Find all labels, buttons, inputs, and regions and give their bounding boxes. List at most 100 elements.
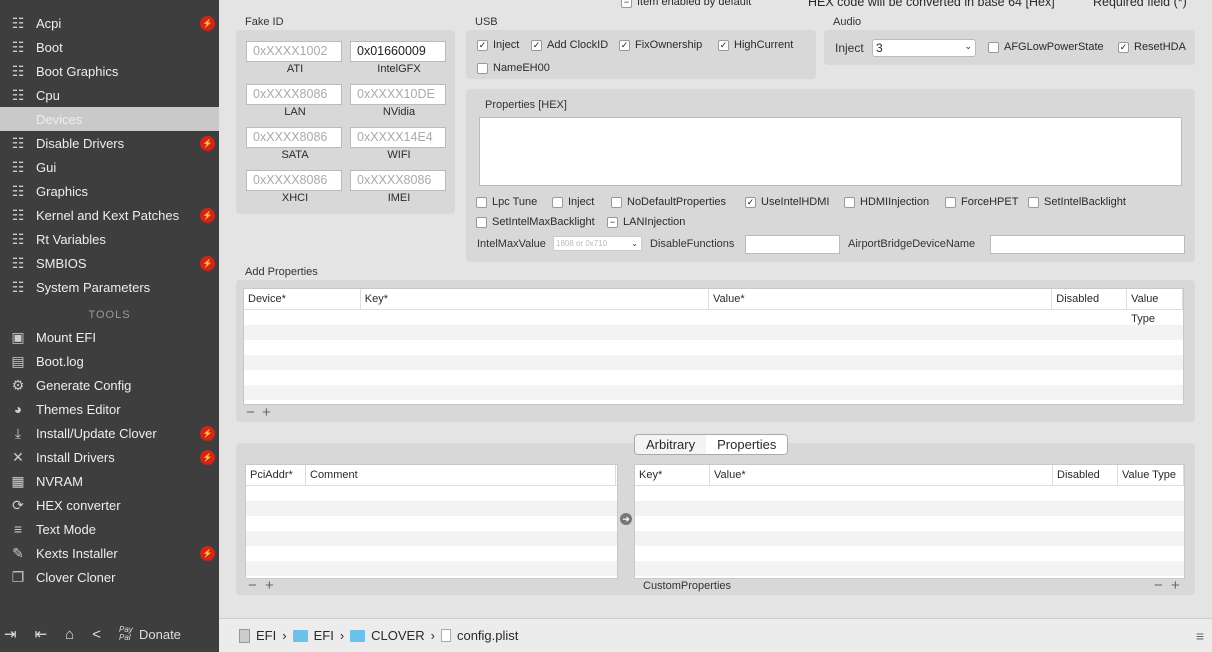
tool-kexts-installer[interactable]: ✎ Kexts Installer ⚡ — [0, 541, 219, 565]
airport-input[interactable] — [990, 235, 1185, 254]
usb-highcurrent-checkbox[interactable]: ✓ HighCurrent — [718, 39, 793, 51]
sidebar-item-boot-graphics[interactable]: ☷ Boot Graphics — [0, 59, 219, 83]
import-icon[interactable]: ⇥ — [4, 625, 17, 643]
menu-icon[interactable]: ≡ — [1196, 628, 1204, 644]
fakeid-lan-input[interactable]: 0xXXXX8086 — [246, 84, 342, 105]
prop-setintelmaxbacklight-checkbox[interactable]: SetIntelMaxBacklight — [476, 216, 595, 228]
arrow-right-icon[interactable]: ➜ — [620, 513, 632, 525]
column-header[interactable]: Value* — [709, 289, 1053, 309]
breadcrumb-item[interactable]: CLOVER — [371, 628, 424, 643]
prop-inject-checkbox[interactable]: Inject — [552, 196, 594, 208]
prop-forcehpet-checkbox[interactable]: ForceHPET — [945, 196, 1018, 208]
prop-laninjection-checkbox[interactable]: − LANInjection — [607, 216, 685, 228]
tool-install-drivers[interactable]: ✕ Install Drivers ⚡ — [0, 445, 219, 469]
prop-lpctune-checkbox[interactable]: Lpc Tune — [476, 196, 537, 208]
fakeid-imei-input[interactable]: 0xXXXX8086 — [350, 170, 446, 191]
export-icon[interactable]: ⇤ — [35, 625, 48, 643]
sidebar-item-smbios[interactable]: ☷ SMBIOS ⚡ — [0, 251, 219, 275]
add-properties-table[interactable]: Device* Key* Value* Disabled Value Type — [243, 288, 1184, 405]
breadcrumb-item[interactable]: EFI — [314, 628, 334, 643]
properties-hex-textarea[interactable] — [479, 117, 1182, 186]
checkbox-box — [945, 196, 956, 208]
sidebar-item-disable-drivers[interactable]: ☷ Disable Drivers ⚡ — [0, 131, 219, 155]
list-icon: ☷ — [11, 62, 25, 79]
tool-nvram[interactable]: ▦ NVRAM — [0, 469, 219, 493]
tool-label: Generate Config — [36, 377, 132, 393]
fakeid-label: SATA — [281, 149, 309, 161]
usb-addclockid-checkbox[interactable]: ✓ Add ClockID — [531, 39, 608, 51]
tool-text-mode[interactable]: ≡ Text Mode — [0, 517, 219, 541]
tools-header: TOOLS — [88, 309, 131, 321]
sidebar-item-acpi[interactable]: ☷ Acpi ⚡ — [0, 11, 219, 35]
disablefunctions-input[interactable] — [745, 235, 840, 254]
share-icon[interactable]: < — [92, 626, 101, 643]
breadcrumb-item[interactable]: config.plist — [457, 628, 518, 643]
tool-install-update-clover[interactable]: ⤓ Install/Update Clover ⚡ — [0, 421, 219, 445]
sidebar-item-cpu[interactable]: ☷ Cpu — [0, 83, 219, 107]
list-icon: ☷ — [11, 14, 25, 31]
sidebar-item-rt-variables[interactable]: ☷ Rt Variables — [0, 227, 219, 251]
fakeid-xhci-input[interactable]: 0xXXXX8086 — [246, 170, 342, 191]
fakeid-intelgfx-input[interactable]: 0x01660009 — [350, 41, 446, 62]
column-header[interactable]: Key* — [361, 289, 709, 309]
column-header[interactable]: Value Type — [1127, 289, 1183, 325]
prop-setintelbacklight-checkbox[interactable]: SetIntelBacklight — [1028, 196, 1126, 208]
log-icon: ▤ — [11, 352, 25, 369]
tool-generate-config[interactable]: ⚙ Generate Config — [0, 373, 219, 397]
fakeid-nvidia-input[interactable]: 0xXXXX10DE — [350, 84, 446, 105]
prop-hdmiinjection-checkbox[interactable]: HDMIInjection — [844, 196, 929, 208]
column-header[interactable]: Comment — [306, 465, 616, 485]
usb-nameeh00-checkbox[interactable]: NameEH00 — [477, 62, 550, 74]
fakeid-wifi-input[interactable]: 0xXXXX14E4 — [350, 127, 446, 148]
tool-clover-cloner[interactable]: ❐ Clover Cloner — [0, 565, 219, 589]
sidebar-item-boot[interactable]: ☷ Boot — [0, 35, 219, 59]
column-header[interactable]: Key* — [635, 465, 710, 485]
prop-useintelhdmi-checkbox[interactable]: ✓ UseIntelHDMI — [745, 196, 829, 208]
arbitrary-table[interactable]: PciAddr* Comment — [245, 464, 618, 579]
alert-badge-icon: ⚡ — [200, 207, 215, 223]
intelmax-select[interactable]: 1808 or 0x710 ⌄ — [553, 236, 642, 251]
column-header[interactable]: Value Type — [1118, 465, 1184, 485]
fakeid-ati-input[interactable]: 0xXXXX1002 — [246, 41, 342, 62]
tab-arbitrary[interactable]: Arbitrary — [635, 435, 707, 454]
tab-properties[interactable]: Properties — [706, 435, 788, 454]
devices-panel: − Item enabled by default HEX code will b… — [219, 0, 1212, 618]
tool-mount-efi[interactable]: ▣ Mount EFI — [0, 325, 219, 349]
sidebar-item-devices[interactable]: ☷ Devices — [0, 107, 219, 131]
afg-checkbox[interactable]: AFGLowPowerState — [988, 41, 1104, 53]
sidebar-item-system-parameters[interactable]: ☷ System Parameters — [0, 275, 219, 299]
donate-button[interactable]: Pay Pal Donate — [119, 626, 181, 642]
segmented-tabs: Arbitrary Properties — [634, 434, 789, 455]
alert-badge-icon: ⚡ — [200, 255, 215, 271]
column-header[interactable]: Value* — [710, 465, 1053, 485]
required-note: Required field (*) — [1093, 0, 1187, 9]
column-header[interactable]: Device* — [244, 289, 361, 309]
tool-boot-log[interactable]: ▤ Boot.log — [0, 349, 219, 373]
remove-button[interactable]: − — [246, 404, 255, 421]
custom-properties-table[interactable]: Key* Value* Disabled Value Type — [634, 464, 1185, 579]
resethda-checkbox[interactable]: ✓ ResetHDA — [1118, 41, 1186, 53]
column-header[interactable]: PciAddr* — [246, 465, 306, 485]
sidebar-item-graphics[interactable]: ☷ Graphics — [0, 179, 219, 203]
clone-icon: ❐ — [11, 568, 25, 585]
breadcrumb-item[interactable]: EFI — [256, 628, 276, 643]
column-header[interactable]: Disabled — [1053, 465, 1118, 485]
checkbox-label: LANInjection — [623, 216, 686, 228]
sidebar-item-gui[interactable]: ☷ Gui — [0, 155, 219, 179]
arbitrary-remove-button[interactable]: − — [248, 577, 257, 594]
fakeid-sata-input[interactable]: 0xXXXX8086 — [246, 127, 342, 148]
column-header[interactable]: Disabled — [1052, 289, 1128, 309]
home-icon[interactable]: ⌂ — [65, 626, 74, 643]
usb-fixownership-checkbox[interactable]: ✓ FixOwnership — [619, 39, 702, 51]
audio-inject-select[interactable]: 3 ⌄ — [872, 39, 976, 57]
sidebar-item-label: Cpu — [36, 87, 60, 103]
custom-remove-button[interactable]: − — [1154, 577, 1163, 594]
add-button[interactable]: + — [262, 404, 271, 421]
tool-themes-editor[interactable]: ◕ Themes Editor — [0, 397, 219, 421]
usb-inject-checkbox[interactable]: ✓ Inject — [477, 39, 519, 51]
prop-nodefaultproperties-checkbox[interactable]: NoDefaultProperties — [611, 196, 726, 208]
custom-add-button[interactable]: + — [1171, 577, 1180, 594]
tool-hex-converter[interactable]: ⟳ HEX converter — [0, 493, 219, 517]
sidebar-item-kernel-and-kext-patches[interactable]: ☷ Kernel and Kext Patches ⚡ — [0, 203, 219, 227]
arbitrary-add-button[interactable]: + — [265, 577, 274, 594]
